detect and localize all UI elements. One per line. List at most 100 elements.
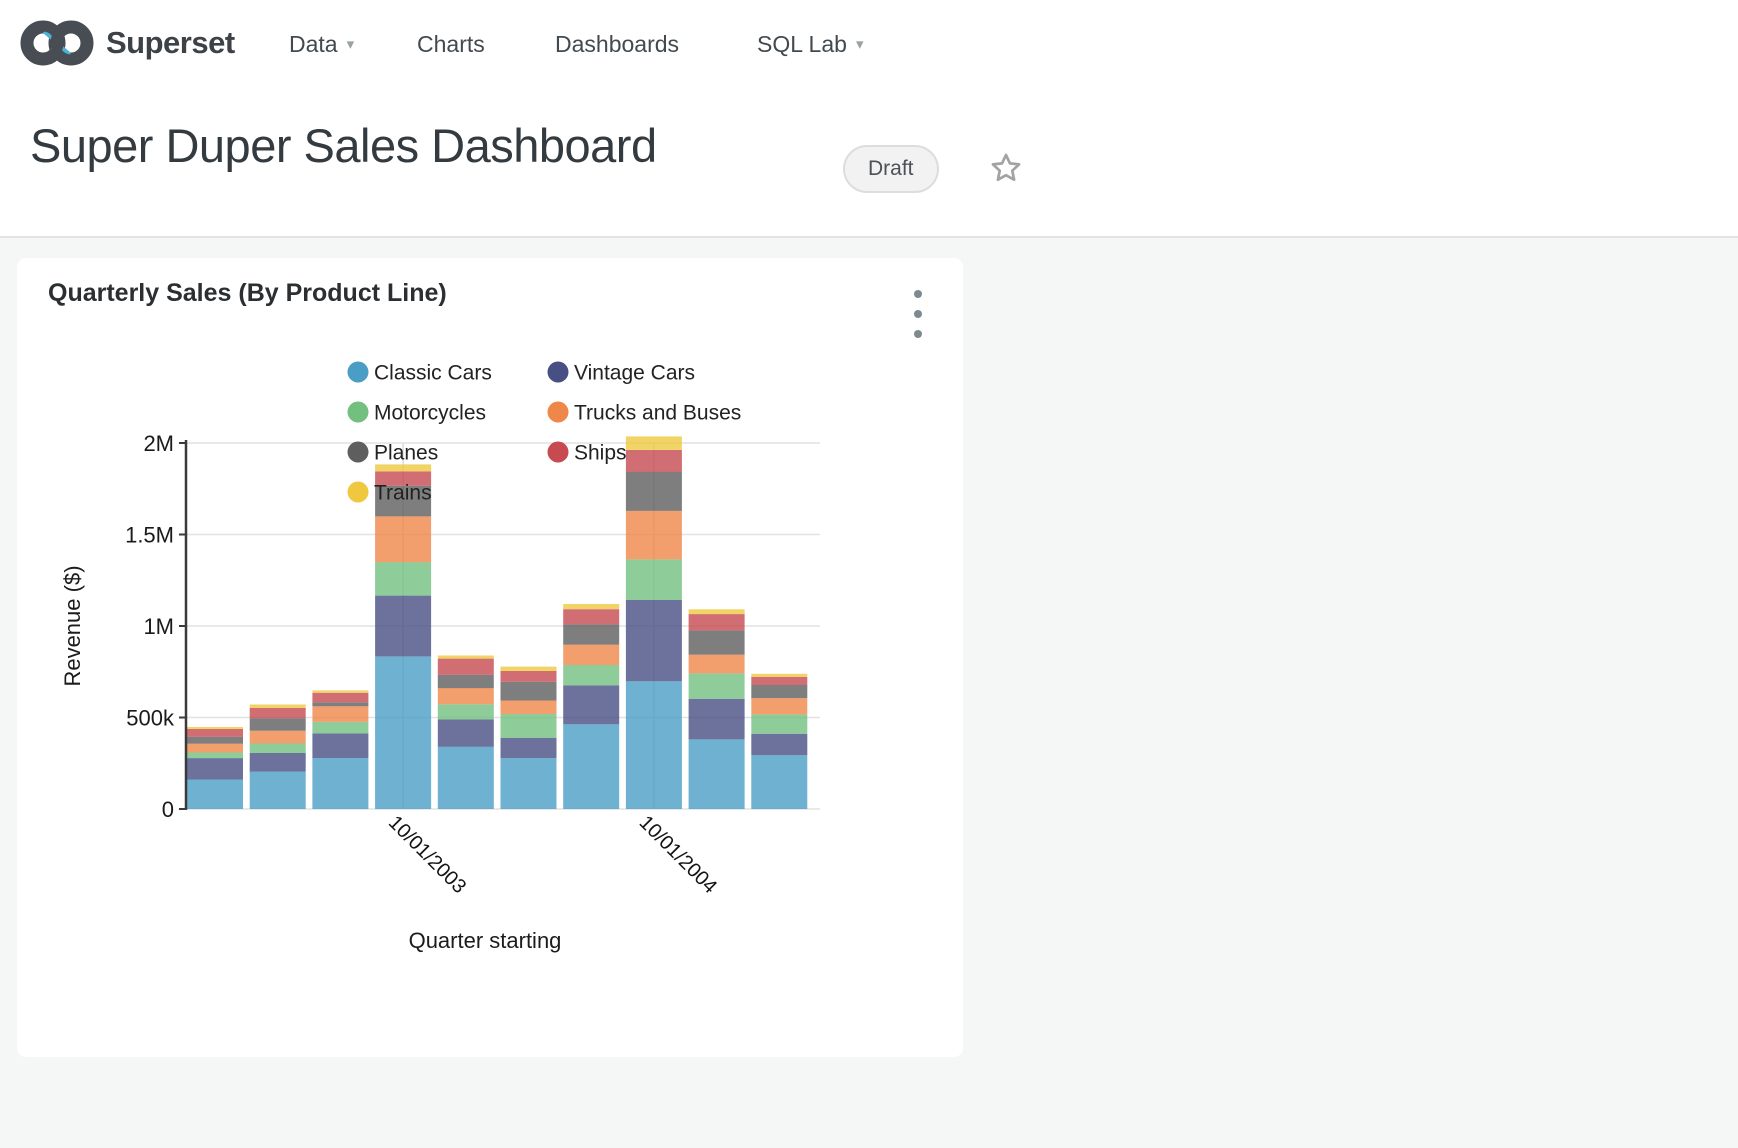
superset-infinity-icon: [16, 12, 98, 74]
bar-segment: [187, 737, 243, 744]
bar-segment: [626, 559, 682, 600]
legend-item-vintage-cars[interactable]: Vintage Cars: [548, 362, 696, 385]
bar-segment: [438, 720, 494, 747]
legend-label: Trains: [374, 482, 432, 505]
bar-segment: [501, 758, 557, 809]
top-section: Superset Data ▾ Charts Dashboards SQL La…: [0, 0, 1738, 238]
bar-segment: [501, 682, 557, 701]
legend-item-planes[interactable]: Planes: [348, 442, 439, 465]
superset-logo[interactable]: Superset: [16, 12, 235, 74]
bar-segment: [689, 699, 745, 740]
kebab-dot: [914, 310, 922, 318]
chart-options-menu-button[interactable]: [905, 288, 931, 340]
legend-item-trucks-and-buses[interactable]: Trucks and Buses: [548, 402, 742, 425]
bar-segment: [563, 665, 619, 685]
bar-segment: [501, 671, 557, 682]
legend-swatch: [548, 402, 569, 423]
legend-label: Vintage Cars: [574, 362, 695, 385]
bar-segment: [250, 744, 306, 754]
bar-segment: [626, 681, 682, 809]
legend-label: Planes: [374, 442, 438, 465]
nav-item-label: Charts: [417, 28, 485, 60]
chart-card: Quarterly Sales (By Product Line) 0500k1…: [17, 258, 963, 1057]
bar-segment: [751, 685, 807, 698]
legend-swatch: [348, 402, 369, 423]
bar-segment: [312, 693, 368, 703]
bar-segment: [312, 733, 368, 758]
y-axis-title: Revenue ($): [60, 565, 85, 686]
superset-dashboard-page: { "nav": { "brand": "Superset", "items":…: [0, 0, 1738, 1148]
bar-segment: [563, 685, 619, 724]
bar-segment: [626, 600, 682, 681]
legend-item-motorcycles[interactable]: Motorcycles: [348, 402, 487, 425]
caret-down-icon: ▾: [347, 29, 355, 61]
bar-segment: [689, 740, 745, 810]
x-tick-label: 10/01/2003: [384, 812, 470, 898]
bar-segment: [563, 604, 619, 609]
legend-label: Classic Cars: [374, 362, 492, 385]
caret-down-icon: ▾: [856, 29, 864, 61]
y-tick-label: 2M: [143, 431, 174, 456]
legend-swatch: [548, 362, 569, 383]
bar-segment: [312, 722, 368, 734]
bar-segment: [751, 734, 807, 755]
bar-segment: [375, 596, 431, 657]
favorite-star-icon[interactable]: [988, 150, 1024, 186]
bar-segment: [438, 688, 494, 704]
bar-segment: [375, 657, 431, 809]
legend-label: Ships: [574, 442, 627, 465]
bar-segment: [438, 656, 494, 659]
legend-label: Motorcycles: [374, 402, 486, 425]
bar-segment: [312, 706, 368, 722]
y-tick-label: 1.5M: [125, 523, 174, 548]
bar-segment: [689, 609, 745, 614]
bar-segment: [626, 450, 682, 472]
bar-segment: [501, 714, 557, 738]
nav-item-label: SQL Lab: [757, 28, 847, 60]
legend-item-trains[interactable]: Trains: [348, 482, 432, 505]
bar-segment: [751, 677, 807, 685]
kebab-dot: [914, 290, 922, 298]
bar-segment: [751, 755, 807, 809]
y-tick-label: 1M: [143, 614, 174, 639]
chart-card-title: Quarterly Sales (By Product Line): [48, 279, 447, 308]
bar-segment: [187, 729, 243, 737]
bar-segment: [312, 690, 368, 692]
bar-segment: [751, 698, 807, 714]
bar-segment: [187, 753, 243, 759]
nav-item-label: Dashboards: [555, 28, 679, 60]
nav-item-sql-lab[interactable]: SQL Lab ▾: [757, 28, 863, 60]
nav-item-data[interactable]: Data ▾: [289, 28, 354, 60]
bar-segment: [250, 705, 306, 709]
x-axis-title: Quarter starting: [409, 928, 562, 953]
bar-segment: [250, 708, 306, 718]
bar-segment: [689, 630, 745, 654]
legend-item-classic-cars[interactable]: Classic Cars: [348, 362, 492, 385]
page-title: Super Duper Sales Dashboard: [30, 118, 657, 173]
bar-segment: [375, 516, 431, 562]
nav-item-dashboards[interactable]: Dashboards: [555, 28, 679, 60]
bar-segment: [689, 614, 745, 630]
bar-segment: [250, 718, 306, 731]
nav-item-charts[interactable]: Charts: [417, 28, 485, 60]
legend-swatch: [348, 482, 369, 503]
y-tick-label: 500k: [126, 706, 175, 731]
quarterly-sales-stacked-bar-chart: 0500k1M1.5M2M10/01/200310/01/2004Revenue…: [17, 258, 963, 998]
bar-segment: [187, 727, 243, 729]
bar-segment: [438, 675, 494, 688]
legend-item-ships[interactable]: Ships: [548, 442, 627, 465]
bar-segment: [187, 758, 243, 779]
bar-segment: [626, 511, 682, 560]
bar-segment: [751, 714, 807, 733]
bar-segment: [563, 645, 619, 665]
bar-segment: [501, 667, 557, 671]
bar-segment: [312, 758, 368, 809]
bar-segment: [689, 655, 745, 674]
bar-segment: [250, 772, 306, 809]
x-tick-label: 10/01/2004: [635, 812, 721, 898]
bar-segment: [563, 724, 619, 809]
bar-segment: [501, 701, 557, 715]
legend-label: Trucks and Buses: [574, 402, 741, 425]
bar-segment: [438, 704, 494, 719]
bar-segment: [626, 472, 682, 511]
